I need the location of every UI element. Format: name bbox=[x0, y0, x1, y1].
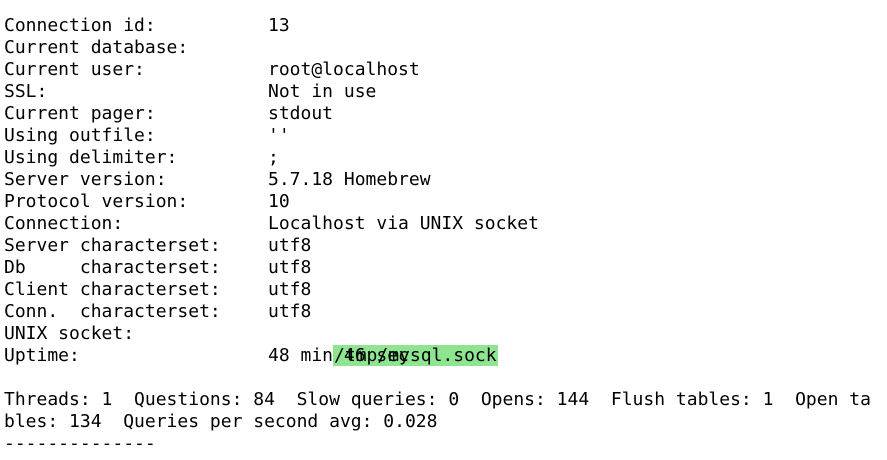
status-label: Conn. characterset: bbox=[4, 301, 221, 322]
status-value: ; bbox=[268, 147, 279, 168]
stats-line-2: bles: 134 Queries per second avg: 0.028 bbox=[4, 411, 438, 432]
status-value: utf8 bbox=[268, 257, 312, 278]
status-label: Connection id: bbox=[4, 15, 156, 36]
status-value: 10 bbox=[268, 191, 290, 212]
status-label: Uptime: bbox=[4, 345, 80, 366]
status-row-unix-socket: UNIX socket: /tmp/mysql.sock bbox=[4, 323, 884, 366]
status-row-current-user: Current user: root@localhost bbox=[4, 59, 884, 81]
status-row-uptime: Uptime: 48 min 46 sec bbox=[4, 345, 884, 367]
status-row-server-version: Server version: 5.7.18 Homebrew bbox=[4, 169, 884, 191]
status-row-client-characterset: Client characterset: utf8 bbox=[4, 279, 884, 301]
status-row-using-delimiter: Using delimiter: ; bbox=[4, 147, 884, 169]
status-label: Current pager: bbox=[4, 103, 156, 124]
status-value: utf8 bbox=[268, 279, 312, 300]
status-value: 13 bbox=[268, 15, 290, 36]
status-row-server-characterset: Server characterset: utf8 bbox=[4, 235, 884, 257]
status-value: '' bbox=[268, 125, 290, 146]
status-row-current-database: Current database: bbox=[4, 37, 884, 59]
status-row-connection-id: Connection id: 13 bbox=[4, 15, 884, 37]
separator-line: -------------- bbox=[4, 433, 156, 454]
terminal-output: Connection id: 13 Current database: Curr… bbox=[4, 15, 884, 455]
status-label: Client characterset: bbox=[4, 279, 221, 300]
status-value: 48 min 46 sec bbox=[268, 345, 409, 366]
status-value: root@localhost bbox=[268, 59, 420, 80]
status-value: Localhost via UNIX socket bbox=[268, 213, 539, 234]
status-value: utf8 bbox=[268, 301, 312, 322]
status-label: Server characterset: bbox=[4, 235, 221, 256]
status-value: Not in use bbox=[268, 81, 377, 102]
status-label: UNIX socket: bbox=[4, 323, 135, 344]
status-label: Using delimiter: bbox=[4, 147, 178, 168]
status-label: Current user: bbox=[4, 59, 145, 80]
status-row-ssl: SSL: Not in use bbox=[4, 81, 884, 103]
status-label: Using outfile: bbox=[4, 125, 156, 146]
status-label: Server version: bbox=[4, 169, 167, 190]
status-row-current-pager: Current pager: stdout bbox=[4, 103, 884, 125]
status-row-conn-characterset: Conn. characterset: utf8 bbox=[4, 301, 884, 323]
status-row-connection: Connection: Localhost via UNIX socket bbox=[4, 213, 884, 235]
status-value: 5.7.18 Homebrew bbox=[268, 169, 431, 190]
status-label: Protocol version: bbox=[4, 191, 189, 212]
status-value: stdout bbox=[268, 103, 334, 124]
stats-line-1: Threads: 1 Questions: 84 Slow queries: 0… bbox=[4, 389, 871, 410]
status-label: Db characterset: bbox=[4, 257, 221, 278]
status-label: SSL: bbox=[4, 81, 48, 102]
status-row-protocol-version: Protocol version: 10 bbox=[4, 191, 884, 213]
status-label: Current database: bbox=[4, 37, 189, 58]
status-label: Connection: bbox=[4, 213, 124, 234]
status-value: utf8 bbox=[268, 235, 312, 256]
status-row-using-outfile: Using outfile: '' bbox=[4, 125, 884, 147]
status-row-db-characterset: Db characterset: utf8 bbox=[4, 257, 884, 279]
